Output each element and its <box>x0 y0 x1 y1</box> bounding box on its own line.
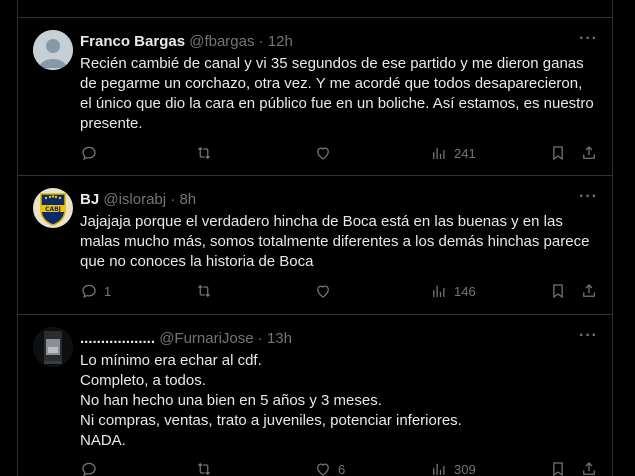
author-name[interactable]: BJ <box>80 191 99 208</box>
tweet[interactable]: Franco Bargas @fbargas · 12h ··· Recién … <box>18 17 612 176</box>
tweet-text-line: Lo mínimo era echar al cdf. <box>80 352 262 369</box>
share-button[interactable] <box>580 460 598 476</box>
tweet-text: Recién cambié de canal y vi 35 segundos … <box>80 54 598 134</box>
share-button[interactable] <box>580 144 598 162</box>
retweet-button[interactable] <box>195 282 219 300</box>
separator: · <box>170 191 176 208</box>
heart-icon <box>317 147 329 160</box>
reply-icon <box>82 284 96 299</box>
views-chart-icon <box>433 285 445 297</box>
tweet-text-line: Completo, a todos. <box>80 372 206 389</box>
reply-button[interactable] <box>80 460 104 476</box>
avatar[interactable] <box>33 30 73 70</box>
bookmark-icon <box>553 284 563 299</box>
tweet-text-paragraph: Recién cambié de canal y vi 35 segundos … <box>80 55 594 132</box>
like-button[interactable] <box>314 144 338 162</box>
views-button[interactable]: 241 <box>430 144 476 162</box>
share-icon <box>583 284 595 297</box>
tweet[interactable]: CABJ BJ @islorabj · 8h ··· Jajajaja porq… <box>18 176 612 315</box>
retweet-button[interactable] <box>195 460 219 476</box>
tweet-actions: 1 146 <box>80 282 598 304</box>
like-button[interactable]: 6 <box>314 460 345 476</box>
separator: · <box>258 33 264 50</box>
tweet-time[interactable]: 13h <box>267 330 292 347</box>
tweet-header: .................. @FurnariJose · 13h <box>80 329 602 349</box>
boca-crest-icon: CABJ <box>33 188 73 228</box>
tweet-header: BJ @islorabj · 8h <box>80 190 602 210</box>
share-icon <box>583 462 595 475</box>
bookmark-icon <box>553 146 563 161</box>
tweet-time[interactable]: 8h <box>179 191 196 208</box>
author-handle[interactable]: @fbargas <box>189 33 254 50</box>
reply-icon <box>82 462 96 476</box>
avatar[interactable] <box>33 327 73 367</box>
bookmark-icon <box>553 462 563 476</box>
retweet-icon <box>197 284 211 298</box>
views-chart-icon <box>433 147 445 159</box>
bookmark-button[interactable] <box>549 144 567 162</box>
tweet-text-line: NADA. <box>80 432 126 449</box>
retweet-button[interactable] <box>195 144 219 162</box>
author-handle[interactable]: @islorabj <box>103 191 166 208</box>
view-count: 241 <box>454 145 476 161</box>
views-chart-icon <box>433 463 445 475</box>
tweet-time[interactable]: 12h <box>268 33 293 50</box>
view-count: 309 <box>454 461 476 476</box>
default-avatar-icon <box>33 30 73 70</box>
tweet-text-line: No han hecho una bien en 5 años y 3 mese… <box>80 392 382 409</box>
separator: · <box>257 330 263 347</box>
tweet-header: Franco Bargas @fbargas · 12h <box>80 32 602 52</box>
reply-count: 1 <box>104 283 112 299</box>
retweet-icon <box>197 462 211 476</box>
more-options-icon[interactable]: ··· <box>579 188 598 206</box>
tweet-actions: 241 <box>80 144 598 166</box>
author-name[interactable]: .................. <box>80 330 155 347</box>
author-name[interactable]: Franco Bargas <box>80 33 185 50</box>
tweet[interactable]: .................. @FurnariJose · 13h ··… <box>18 315 612 476</box>
photo-avatar-icon <box>33 327 73 367</box>
tweet-text: Lo mínimo era echar al cdf. Completo, a … <box>80 351 598 451</box>
reply-button[interactable]: 1 <box>80 282 111 300</box>
like-button[interactable] <box>314 282 338 300</box>
like-count: 6 <box>338 461 346 476</box>
more-options-icon[interactable]: ··· <box>579 30 598 48</box>
bookmark-button[interactable] <box>549 460 567 476</box>
views-button[interactable]: 309 <box>430 460 476 476</box>
tweet-actions: 6 309 <box>80 460 598 476</box>
avatar[interactable]: CABJ <box>33 188 73 228</box>
views-button[interactable]: 146 <box>430 282 476 300</box>
tweet-text-paragraph: Jajajaja porque el verdadero hincha de B… <box>80 213 590 270</box>
author-handle[interactable]: @FurnariJose <box>159 330 253 347</box>
tweet-text: Jajajaja porque el verdadero hincha de B… <box>80 212 598 272</box>
tweet-feed: Franco Bargas @fbargas · 12h ··· Recién … <box>17 0 613 476</box>
svg-text:CABJ: CABJ <box>45 206 61 213</box>
view-count: 146 <box>454 283 476 299</box>
tweet-text-line: Ni compras, ventas, trato a juveniles, p… <box>80 412 462 429</box>
more-options-icon[interactable]: ··· <box>579 327 598 345</box>
reply-icon <box>82 146 96 161</box>
share-button[interactable] <box>580 282 598 300</box>
retweet-icon <box>197 146 211 160</box>
heart-icon <box>317 463 329 476</box>
bookmark-button[interactable] <box>549 282 567 300</box>
reply-button[interactable] <box>80 144 104 162</box>
heart-icon <box>317 285 329 298</box>
share-icon <box>583 146 595 159</box>
